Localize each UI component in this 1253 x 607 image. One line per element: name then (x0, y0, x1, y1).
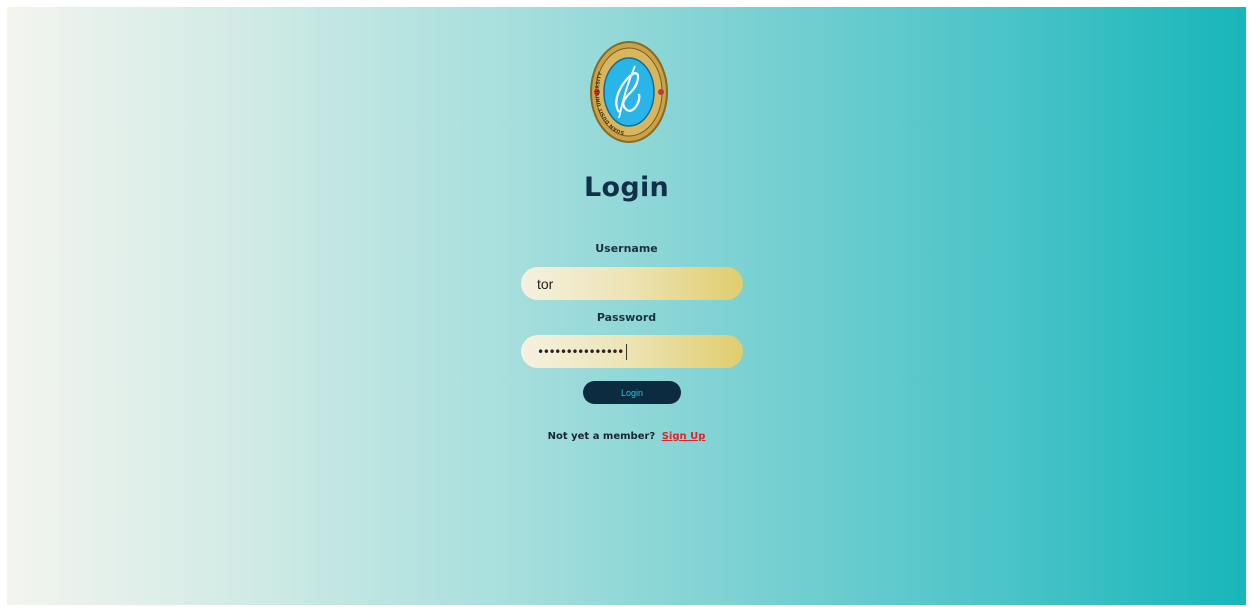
username-label: Username (595, 242, 658, 255)
username-value: tor (537, 275, 554, 292)
password-value: ••••••••••••••• (537, 344, 624, 359)
login-page: SUAN DUSIT UNIVERSITY Login Username tor… (7, 7, 1246, 605)
text-caret (625, 343, 627, 360)
password-input[interactable]: ••••••••••••••• (521, 335, 743, 368)
signup-prompt-text: Not yet a member? (547, 431, 656, 442)
username-input[interactable]: tor (521, 267, 743, 300)
login-button[interactable]: Login (583, 381, 681, 404)
signup-link[interactable]: Sign Up (662, 431, 706, 442)
university-seal-icon: SUAN DUSIT UNIVERSITY (589, 40, 669, 144)
signup-prompt: Not yet a member? Sign Up (7, 431, 1246, 442)
password-label: Password (596, 311, 657, 324)
page-title: Login (583, 172, 670, 203)
